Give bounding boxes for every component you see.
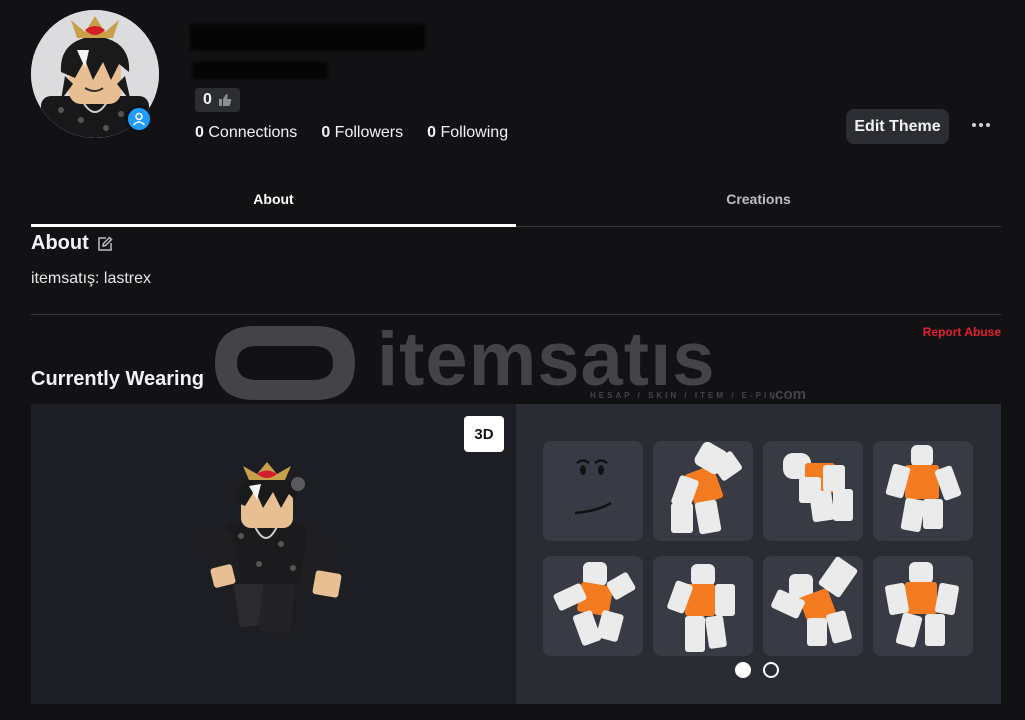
watermark-text: itemsatıs [377,317,716,402]
animation-icon [885,445,962,533]
display-name-redacted [190,24,425,50]
item-tile-animation[interactable] [873,441,973,541]
watermark-suffix: .com [771,386,807,403]
item-tile-animation[interactable] [873,556,973,656]
profile-avatar[interactable] [31,10,159,138]
followers-label: Followers [334,124,404,141]
item-tile-animation[interactable] [653,441,753,541]
connections-count: 0 [195,124,204,141]
watermark-subtitle: HESAP / SKIN / ITEM / E-PIN [590,391,778,400]
following-link[interactable]: 0 Following [427,124,508,142]
watermark: itemsatıs HESAP / SKIN / ITEM / E-PIN .c… [215,317,815,408]
connections-label: Connections [208,124,298,141]
tab-about[interactable]: About [31,180,516,227]
about-heading: About [31,232,113,255]
about-description: itemsatış: lastrex [31,270,152,287]
profile-tabs: About Creations [31,180,1001,227]
connections-link[interactable]: 0 Connections [195,124,297,142]
avatar-3d-stage[interactable]: 3D [31,404,516,704]
animation-icon [667,564,735,652]
following-label: Following [440,124,509,141]
about-title: About [31,232,89,254]
followers-link[interactable]: 0 Followers [321,124,403,142]
page-dot-1[interactable] [735,662,751,678]
animation-icon [885,562,959,648]
item-tile-animation[interactable] [763,441,863,541]
face-icon [574,459,612,515]
more-options-icon[interactable] [968,113,994,137]
tab-creations[interactable]: Creations [516,180,1001,226]
currently-wearing-title: Currently Wearing [31,368,204,390]
animation-icon [553,562,636,646]
item-tile-animation[interactable] [653,556,753,656]
animation-icon [783,453,853,522]
username-redacted [192,62,328,79]
likes-count: 0 [203,91,212,108]
animation-icon [771,556,858,646]
item-tile-animation[interactable] [543,556,643,656]
item-tile-animation[interactable] [763,556,863,656]
thumbs-up-icon [218,94,232,106]
carousel-pagination [735,662,779,678]
edit-theme-button[interactable]: Edit Theme [846,109,949,144]
page-dot-2[interactable] [763,662,779,678]
section-divider [31,314,1001,315]
edit-icon[interactable] [97,235,113,252]
animation-icon [671,441,742,535]
followers-count: 0 [321,124,331,141]
likes-chip[interactable]: 0 [195,88,240,112]
presence-badge [125,105,153,133]
user-icon [132,112,146,126]
item-tile-face[interactable] [543,441,643,541]
following-count: 0 [427,124,437,141]
report-abuse-link[interactable]: Report Abuse [923,325,1001,339]
watermark-logo-icon [215,326,355,400]
social-stats: 0 Connections 0 Followers 0 Following [195,124,508,142]
avatar-figure [203,462,342,634]
